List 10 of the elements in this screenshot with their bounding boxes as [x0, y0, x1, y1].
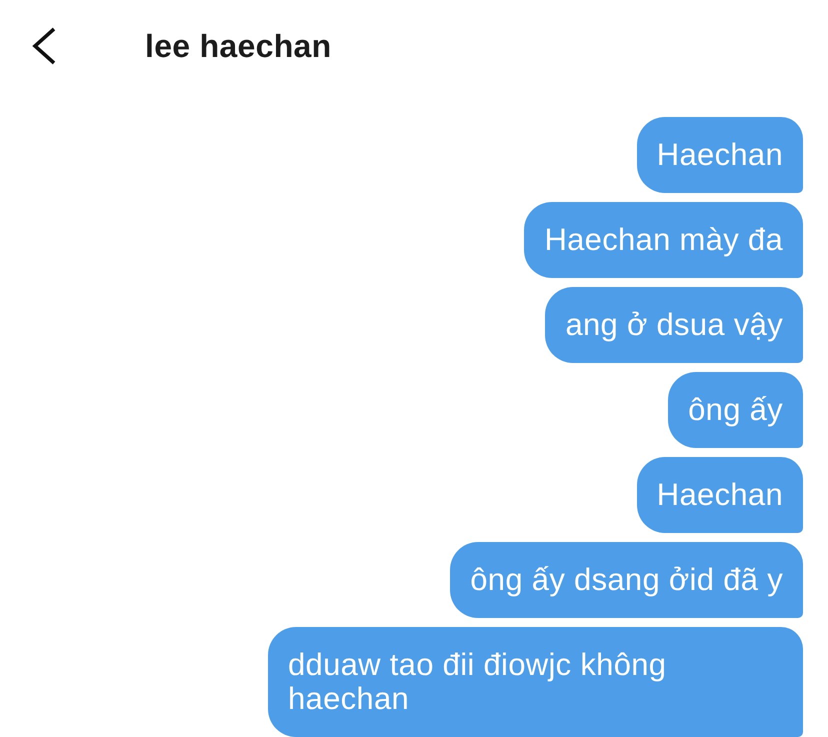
message-bubble: dduaw tao đii điowjc không haechan	[268, 627, 803, 737]
message-bubble: ông ấy dsang ởid đã y	[450, 542, 803, 618]
message-bubble: ang ở dsua vậy	[545, 287, 803, 363]
message-bubble: Haechan	[636, 117, 803, 193]
back-button[interactable]	[31, 27, 57, 65]
chevron-left-icon	[31, 27, 57, 65]
message-bubble: Haechan mày đa	[524, 202, 803, 278]
contact-name: lee haechan	[145, 28, 332, 64]
message-bubble: Haechan	[636, 457, 803, 533]
message-bubble: ông ấy	[668, 372, 803, 448]
